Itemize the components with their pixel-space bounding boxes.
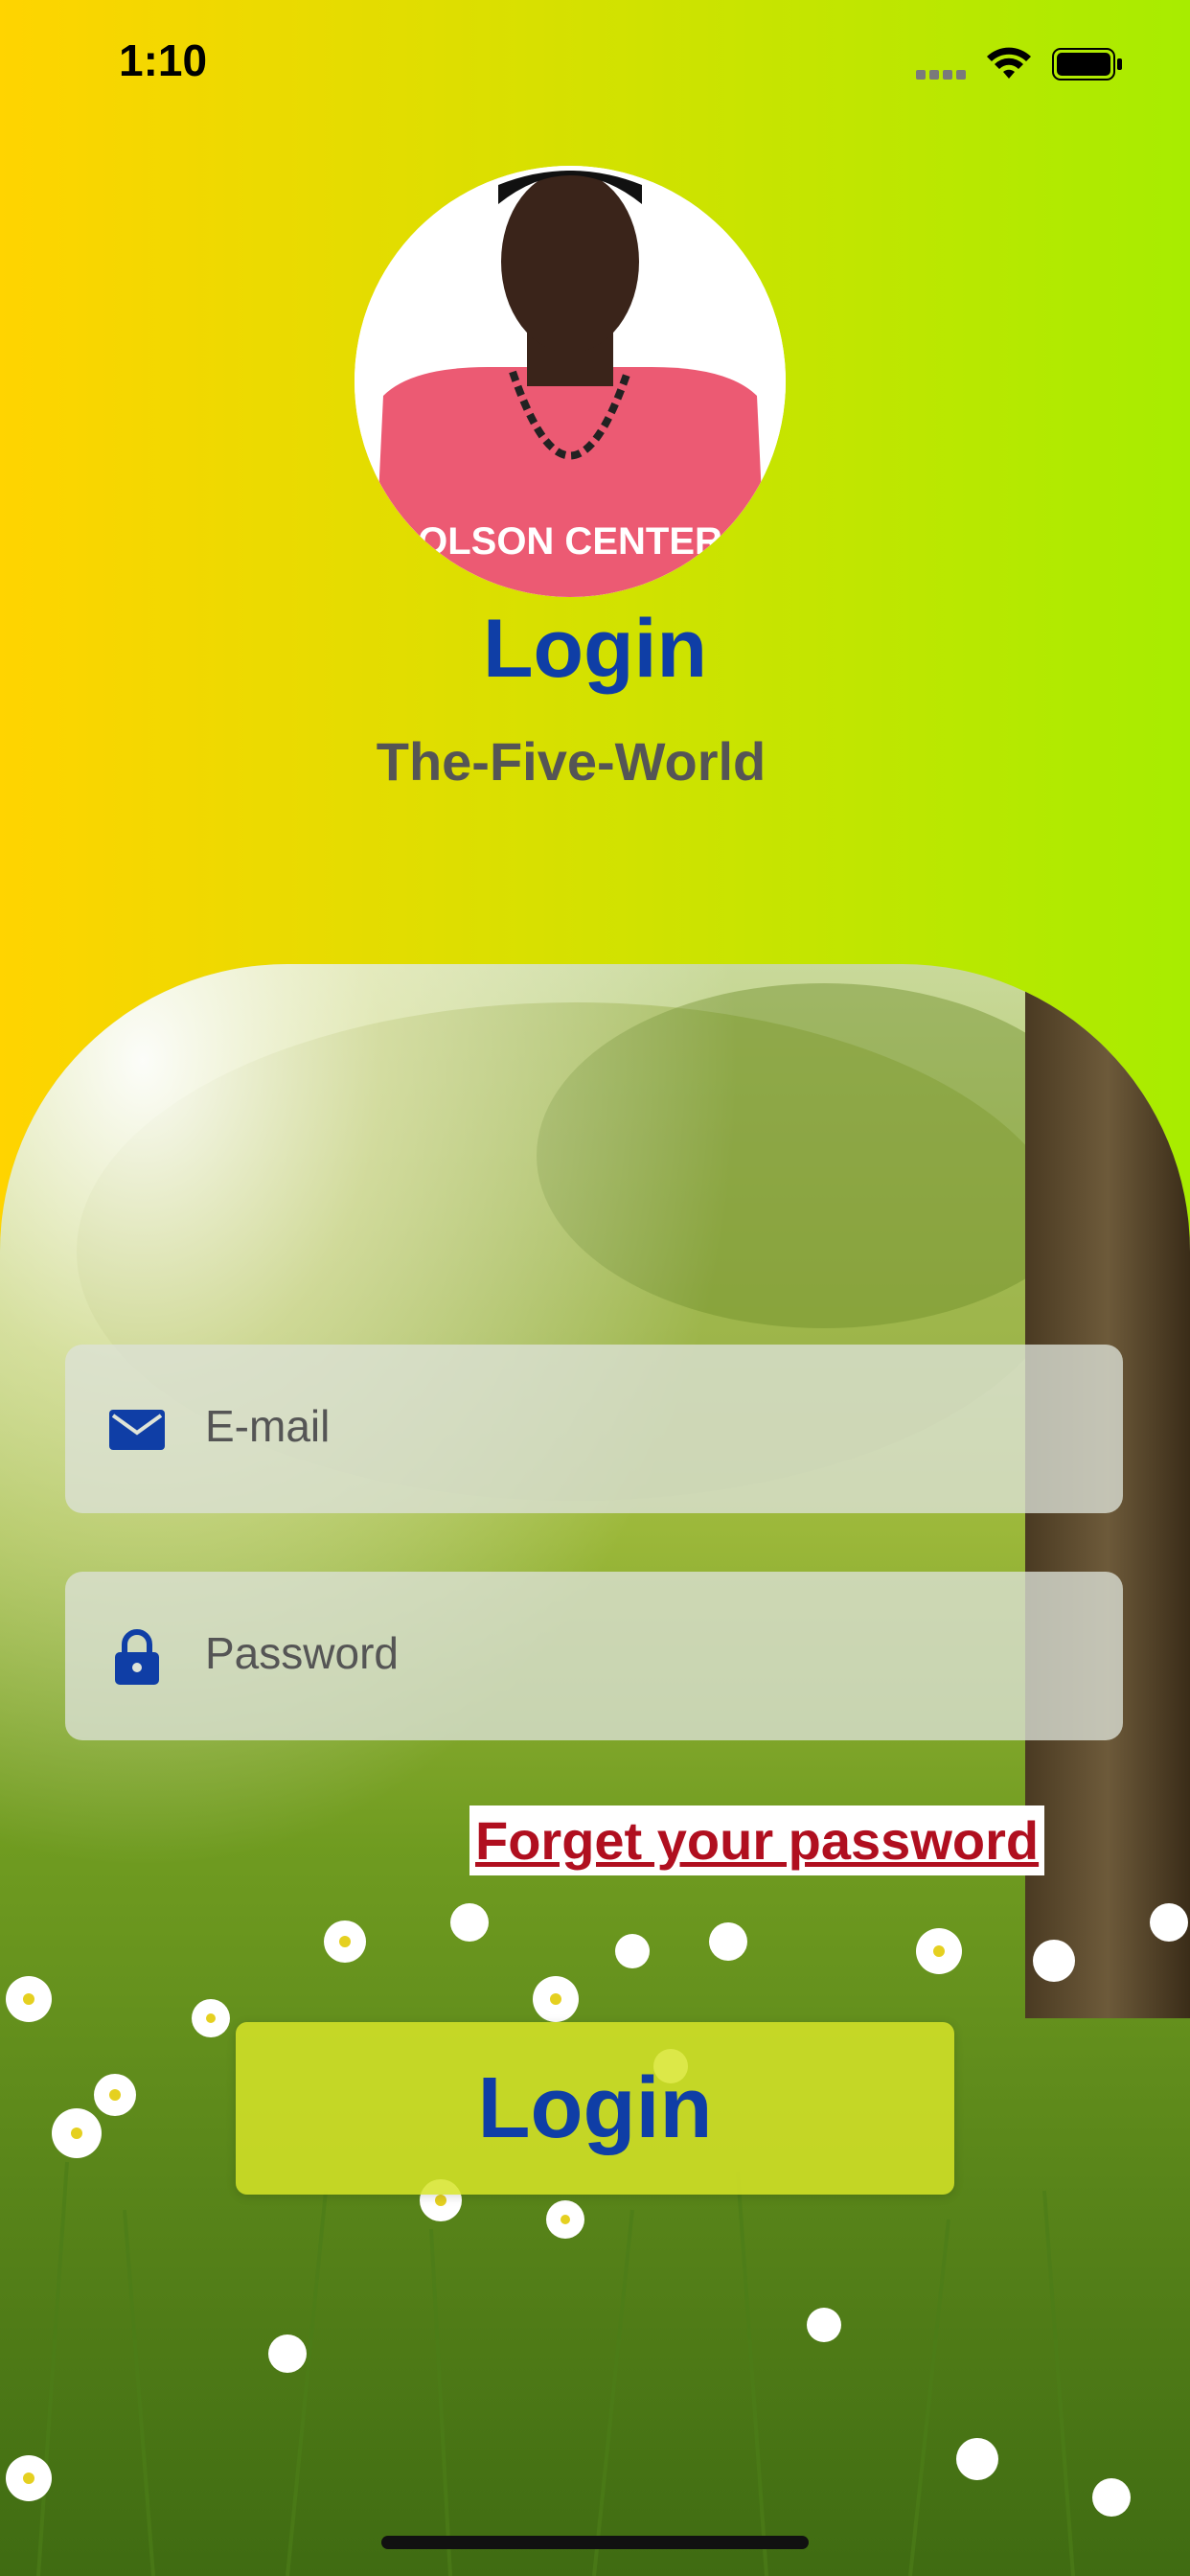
password-placeholder: Password bbox=[205, 1628, 399, 1678]
email-placeholder: E-mail bbox=[205, 1401, 331, 1451]
home-indicator bbox=[381, 2536, 809, 2549]
signal-icon bbox=[916, 67, 972, 80]
avatar: OLSON CENTER bbox=[355, 166, 786, 597]
wifi-icon bbox=[987, 47, 1031, 79]
login-screen: 1:10 OLSON CENTER Login The-Five-World E… bbox=[0, 0, 1190, 2576]
page-title: Login bbox=[482, 603, 708, 695]
login-button[interactable]: Login bbox=[236, 2022, 954, 2195]
status-time: 1:10 bbox=[119, 35, 208, 85]
background-panel bbox=[0, 964, 1190, 2576]
password-field[interactable]: Password bbox=[65, 1572, 1123, 1740]
email-field[interactable]: E-mail bbox=[65, 1345, 1123, 1513]
battery-icon bbox=[1052, 48, 1122, 80]
forgot-password-link[interactable]: Forget your password bbox=[469, 1806, 1045, 1875]
mail-icon bbox=[109, 1410, 165, 1450]
shirt-print-text: OLSON CENTER bbox=[418, 520, 722, 563]
lock-icon bbox=[115, 1629, 159, 1685]
app-subtitle: The-Five-World bbox=[376, 731, 767, 792]
